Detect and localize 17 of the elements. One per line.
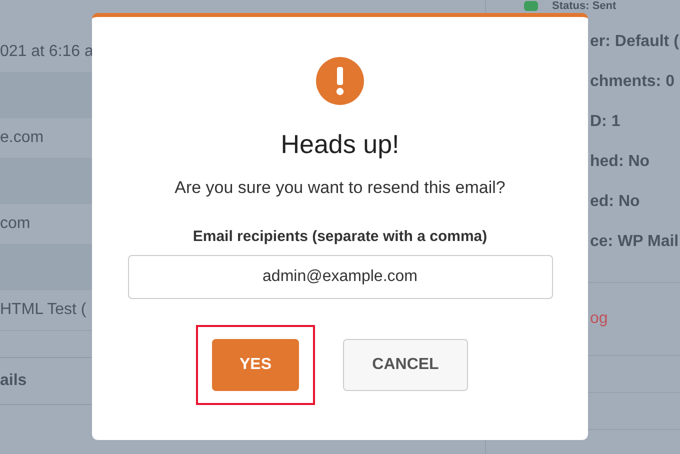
cancel-button[interactable]: CANCEL [343, 339, 468, 391]
detail-text: chments: 0 [590, 73, 674, 91]
detail-text: ed: No [590, 193, 640, 211]
log-text: e.com [0, 129, 44, 147]
field-label: Email recipients (separate with a comma) [192, 228, 488, 245]
dialog-title: Heads up! [280, 129, 400, 160]
detail-text: D: 1 [590, 113, 620, 131]
dialog-message: Are you sure you want to resend this email? [174, 178, 506, 198]
recipients-field[interactable]: admin@example.com [128, 255, 552, 299]
detail-text: ce: WP Mail [590, 233, 679, 251]
log-text: HTML Test ( [0, 301, 86, 319]
detail-text: er: Default ( [590, 33, 679, 51]
alert-icon [316, 57, 364, 105]
log-text: com [0, 215, 30, 233]
detail-text: hed: No [590, 153, 650, 171]
section-heading: ails [0, 372, 27, 390]
status-text: Status: Sent [552, 0, 616, 12]
